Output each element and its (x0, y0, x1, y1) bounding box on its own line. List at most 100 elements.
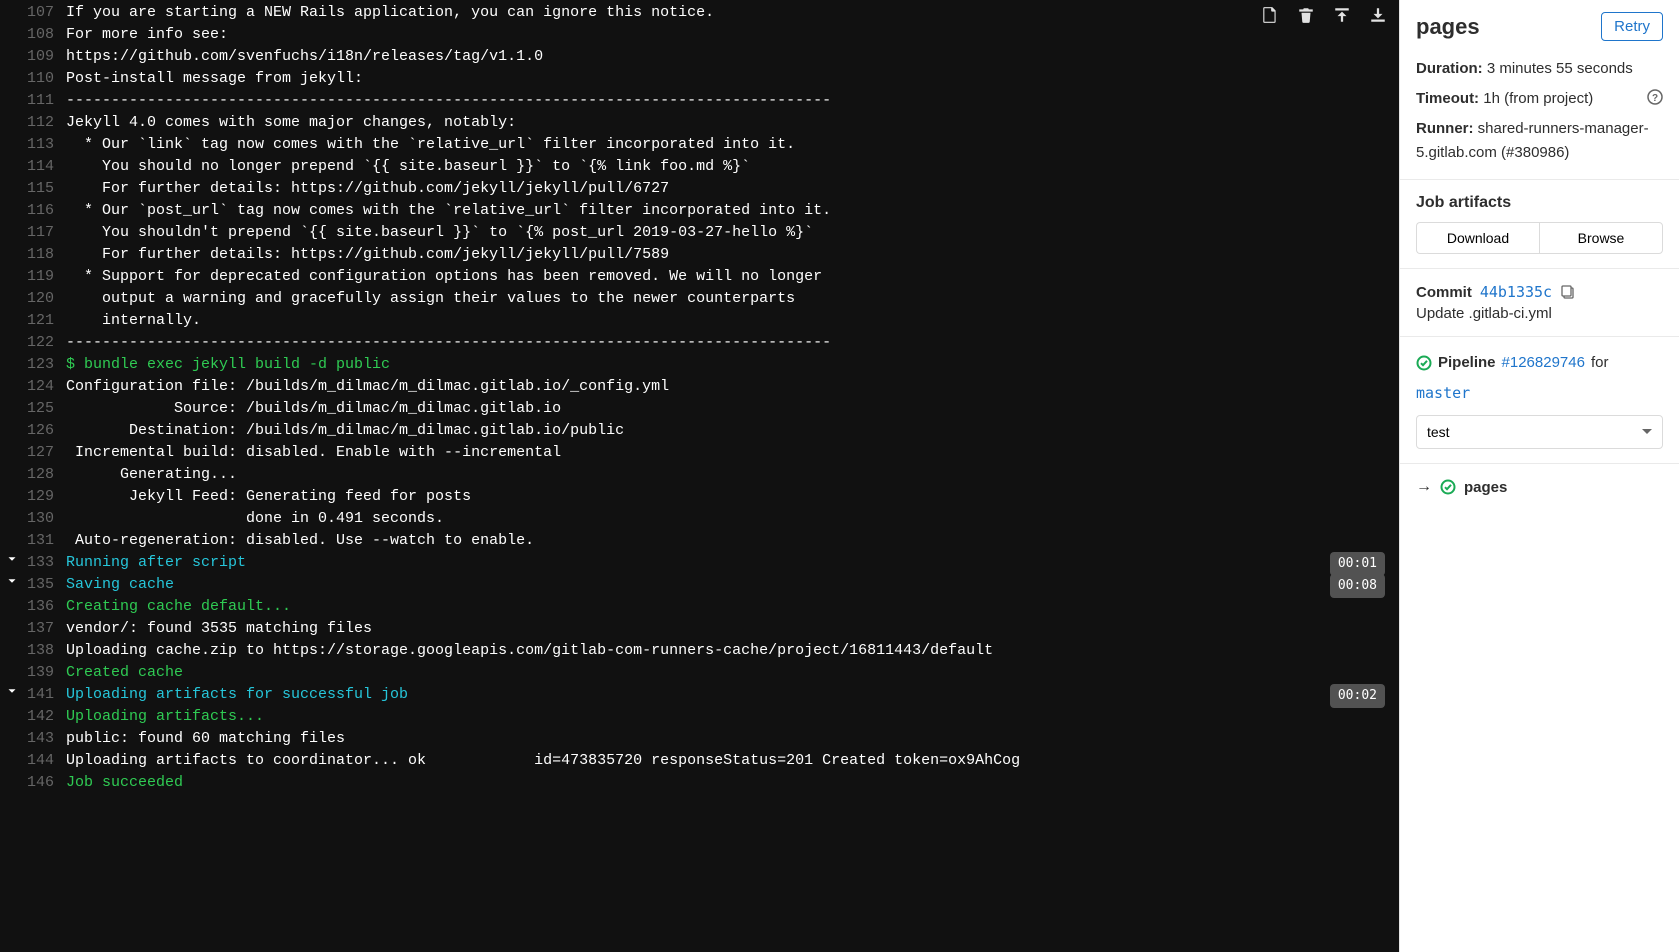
log-line: 107If you are starting a NEW Rails appli… (0, 2, 1399, 24)
log-text: Uploading artifacts to coordinator... ok… (66, 750, 1389, 772)
log-text: https://github.com/svenfuchs/i18n/releas… (66, 46, 1389, 68)
log-line: 139Created cache (0, 662, 1399, 684)
log-line: 127 Incremental build: disabled. Enable … (0, 442, 1399, 464)
current-job-row[interactable]: → pages (1416, 478, 1663, 496)
log-text: Source: /builds/m_dilmac/m_dilmac.gitlab… (66, 398, 1389, 420)
log-text: * Our `post_url` tag now comes with the … (66, 200, 1389, 222)
log-text: Created cache (66, 662, 1389, 684)
artifacts-title: Job artifacts (1416, 194, 1663, 212)
log-line: 128 Generating... (0, 464, 1399, 486)
raw-log-icon[interactable] (1261, 6, 1279, 32)
copy-sha-icon[interactable] (1560, 284, 1576, 300)
log-line: 115 For further details: https://github.… (0, 178, 1399, 200)
scroll-bottom-icon[interactable] (1369, 6, 1387, 32)
log-line: 142Uploading artifacts... (0, 706, 1399, 728)
line-number: 119 (22, 266, 66, 288)
line-number: 122 (22, 332, 66, 354)
line-number: 115 (22, 178, 66, 200)
line-number: 127 (22, 442, 66, 464)
log-text: Configuration file: /builds/m_dilmac/m_d… (66, 376, 1389, 398)
stage-select[interactable]: test (1416, 415, 1663, 449)
log-line: 133Running after script00:01 (0, 552, 1399, 574)
log-line: 121 internally. (0, 310, 1399, 332)
log-line: 111-------------------------------------… (0, 90, 1399, 112)
line-number: 144 (22, 750, 66, 772)
line-number: 108 (22, 24, 66, 46)
line-number: 107 (22, 2, 66, 24)
log-text: done in 0.491 seconds. (66, 508, 1389, 530)
commit-sha-link[interactable]: 44b1335c (1480, 283, 1552, 301)
line-number: 123 (22, 354, 66, 376)
log-text: Creating cache default... (66, 596, 1389, 618)
log-text: Auto-regeneration: disabled. Use --watch… (66, 530, 1389, 552)
log-text: $ bundle exec jekyll build -d public (66, 354, 1389, 376)
erase-log-icon[interactable] (1297, 6, 1315, 32)
log-text: Jekyll 4.0 comes with some major changes… (66, 112, 1389, 134)
log-text: Uploading artifacts for successful job (66, 684, 1389, 706)
log-text: ----------------------------------------… (66, 90, 1389, 112)
browse-artifacts-button[interactable]: Browse (1539, 222, 1663, 254)
log-line: 118 For further details: https://github.… (0, 244, 1399, 266)
collapse-chevron-icon[interactable] (2, 574, 22, 588)
line-number: 116 (22, 200, 66, 222)
log-text: Uploading cache.zip to https://storage.g… (66, 640, 1389, 662)
log-line: 126 Destination: /builds/m_dilmac/m_dilm… (0, 420, 1399, 442)
log-line: 125 Source: /builds/m_dilmac/m_dilmac.gi… (0, 398, 1399, 420)
line-number: 117 (22, 222, 66, 244)
line-number: 139 (22, 662, 66, 684)
help-icon[interactable]: ? (1647, 89, 1663, 105)
log-text: public: found 60 matching files (66, 728, 1389, 750)
line-number: 131 (22, 530, 66, 552)
arrow-right-icon: → (1416, 478, 1432, 496)
retry-button[interactable]: Retry (1601, 12, 1663, 41)
line-number: 146 (22, 772, 66, 794)
job-sidebar: pages Retry Duration: 3 minutes 55 secon… (1399, 0, 1679, 952)
download-artifacts-button[interactable]: Download (1416, 222, 1539, 254)
pipeline-row: Pipeline #126829746 for master (1416, 351, 1663, 405)
log-line: 113 * Our `link` tag now comes with the … (0, 134, 1399, 156)
log-line: 130 done in 0.491 seconds. (0, 508, 1399, 530)
log-text: For further details: https://github.com/… (66, 178, 1389, 200)
line-number: 138 (22, 640, 66, 662)
collapse-chevron-icon[interactable] (2, 552, 22, 566)
job-status-icon (1440, 479, 1456, 495)
line-number: 142 (22, 706, 66, 728)
log-line: 138Uploading cache.zip to https://storag… (0, 640, 1399, 662)
log-line: 129 Jekyll Feed: Generating feed for pos… (0, 486, 1399, 508)
line-number: 143 (22, 728, 66, 750)
log-line: 117 You shouldn't prepend `{{ site.baseu… (0, 222, 1399, 244)
log-text: You shouldn't prepend `{{ site.baseurl }… (66, 222, 1389, 244)
commit-message: Update .gitlab-ci.yml (1416, 305, 1663, 322)
line-number: 124 (22, 376, 66, 398)
line-number: 125 (22, 398, 66, 420)
log-text: * Our `link` tag now comes with the `rel… (66, 134, 1389, 156)
log-text: internally. (66, 310, 1389, 332)
log-text: If you are starting a NEW Rails applicat… (66, 2, 1389, 24)
runner-row: Runner: shared-runners-manager-5.gitlab.… (1416, 117, 1663, 165)
pipeline-id-link[interactable]: #126829746 (1502, 351, 1585, 375)
line-number: 113 (22, 134, 66, 156)
line-number: 128 (22, 464, 66, 486)
log-text: Destination: /builds/m_dilmac/m_dilmac.g… (66, 420, 1389, 442)
collapse-chevron-icon[interactable] (2, 684, 22, 698)
log-text: Incremental build: disabled. Enable with… (66, 442, 1389, 464)
log-line: 108For more info see: (0, 24, 1399, 46)
log-line: 143public: found 60 matching files (0, 728, 1399, 750)
branch-link[interactable]: master (1416, 381, 1663, 405)
line-number: 109 (22, 46, 66, 68)
log-line: 135Saving cache00:08 (0, 574, 1399, 596)
pipeline-status-icon (1416, 355, 1432, 371)
line-number: 137 (22, 618, 66, 640)
log-line: 114 You should no longer prepend `{{ sit… (0, 156, 1399, 178)
line-number: 110 (22, 68, 66, 90)
log-line: 131 Auto-regeneration: disabled. Use --w… (0, 530, 1399, 552)
log-line: 141Uploading artifacts for successful jo… (0, 684, 1399, 706)
line-number: 111 (22, 90, 66, 112)
log-text: Uploading artifacts... (66, 706, 1389, 728)
line-number: 121 (22, 310, 66, 332)
log-text: Running after script (66, 552, 1389, 574)
log-line: 144Uploading artifacts to coordinator...… (0, 750, 1399, 772)
log-text: For more info see: (66, 24, 1389, 46)
line-number: 120 (22, 288, 66, 310)
scroll-top-icon[interactable] (1333, 6, 1351, 32)
